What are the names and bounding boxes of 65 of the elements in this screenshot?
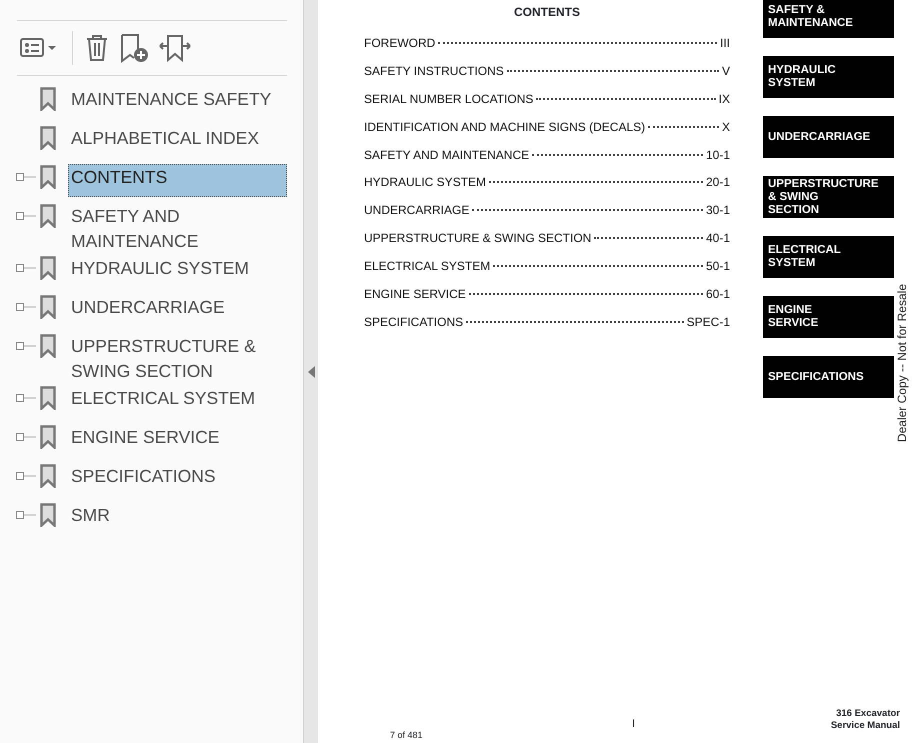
side-note: Dealer Copy -- Not for Resale (894, 284, 910, 442)
bookmark-item[interactable]: SMR (68, 502, 287, 529)
toc-entry: HYDRAULIC SYSTEM (364, 174, 486, 192)
footer-text: 316 Excavator (835, 708, 900, 720)
expand-box-icon[interactable] (16, 472, 36, 480)
page-reference: V (722, 62, 730, 80)
expand-box-icon[interactable] (16, 302, 36, 312)
bookmark-icon (40, 256, 56, 280)
page-counter: 7 of 481 (390, 729, 423, 742)
bookmark-icon (40, 295, 56, 319)
bookmark-item[interactable]: SPECIFICATIONS (68, 463, 287, 490)
bookmark-item[interactable]: ALPHABETICAL INDEX (68, 125, 287, 152)
footer-text: Service Manual (830, 720, 900, 732)
page-reference: 40-1 (706, 230, 730, 248)
page-number: I (632, 717, 636, 732)
bookmark-icon (40, 165, 56, 189)
expand-box-icon[interactable] (16, 342, 36, 350)
page-reference: 10-1 (706, 146, 730, 164)
page-reference: 20-1 (706, 174, 730, 192)
toc-entry: SERIAL NUMBER LOCATIONS (364, 90, 534, 108)
bookmark-icon (40, 87, 56, 111)
toc-entry: FOREWORD (364, 35, 436, 52)
page-reference: IX (718, 90, 730, 108)
bookmark-icon (40, 126, 56, 150)
bookmark-icon (40, 204, 56, 228)
page-reference: III (720, 35, 730, 52)
bookmark-item[interactable]: HYDRAULIC SYSTEM (68, 255, 287, 282)
bookmark-arrows-icon[interactable] (159, 34, 191, 62)
toc-entry: SPECIFICATIONS (364, 314, 464, 331)
page-reference: SPEC-1 (686, 314, 730, 331)
toc-entry: SAFETY AND MAINTENANCE (364, 146, 530, 164)
bookmark-item[interactable]: ENGINE SERVICE (68, 424, 287, 451)
bookmark-item[interactable]: CONTENTS (68, 164, 287, 197)
bookmark-item[interactable]: SAFETY AND MAINTENANCE (68, 203, 287, 255)
page-reference: 60-1 (706, 286, 730, 304)
bookmark-icon (40, 503, 56, 527)
toc-entry: UPPERSTRUCTURE & SWING SECTION (364, 230, 592, 248)
toc-entry: IDENTIFICATION AND MACHINE SIGNS (DECALS) (364, 118, 646, 136)
page-reference: 50-1 (706, 258, 730, 276)
expand-box-icon[interactable] (16, 172, 36, 182)
bookmark-item[interactable]: ELECTRICAL SYSTEM (68, 385, 287, 412)
expand-box-icon[interactable] (16, 432, 36, 442)
bookmark-item[interactable]: UNDERCARRIAGE (68, 294, 287, 321)
toc-entry: ELECTRICAL SYSTEM (364, 258, 490, 276)
toc-entry: ENGINE SERVICE (364, 286, 466, 304)
expand-box-icon[interactable] (16, 264, 36, 272)
toc-entry: SAFETY INSTRUCTIONS (364, 62, 504, 80)
expand-box-icon[interactable] (16, 510, 36, 520)
bookmark-icon (40, 386, 56, 410)
bookmark-icon (40, 334, 56, 358)
toc-entry: UNDERCARRIAGE (364, 202, 470, 220)
bookmark-item[interactable]: MAINTENANCE SAFETY (68, 86, 287, 113)
collapse-arrow-icon[interactable] (308, 366, 314, 378)
bookmark-icon (40, 464, 56, 488)
trash-icon[interactable] (85, 34, 109, 62)
bookmark-icon (40, 425, 56, 449)
contents-heading: CONTENTS (513, 4, 581, 21)
page-reference: X (722, 118, 730, 136)
add-bookmark-icon[interactable] (119, 33, 149, 63)
expand-box-icon[interactable] (16, 394, 36, 402)
bookmark-item[interactable]: UPPERSTRUCTURE & SWING SECTION (68, 333, 287, 385)
expand-box-icon[interactable] (16, 212, 36, 220)
options-list-icon[interactable] (20, 37, 58, 59)
leader-line (648, 126, 719, 128)
page-reference: 30-1 (706, 202, 730, 220)
